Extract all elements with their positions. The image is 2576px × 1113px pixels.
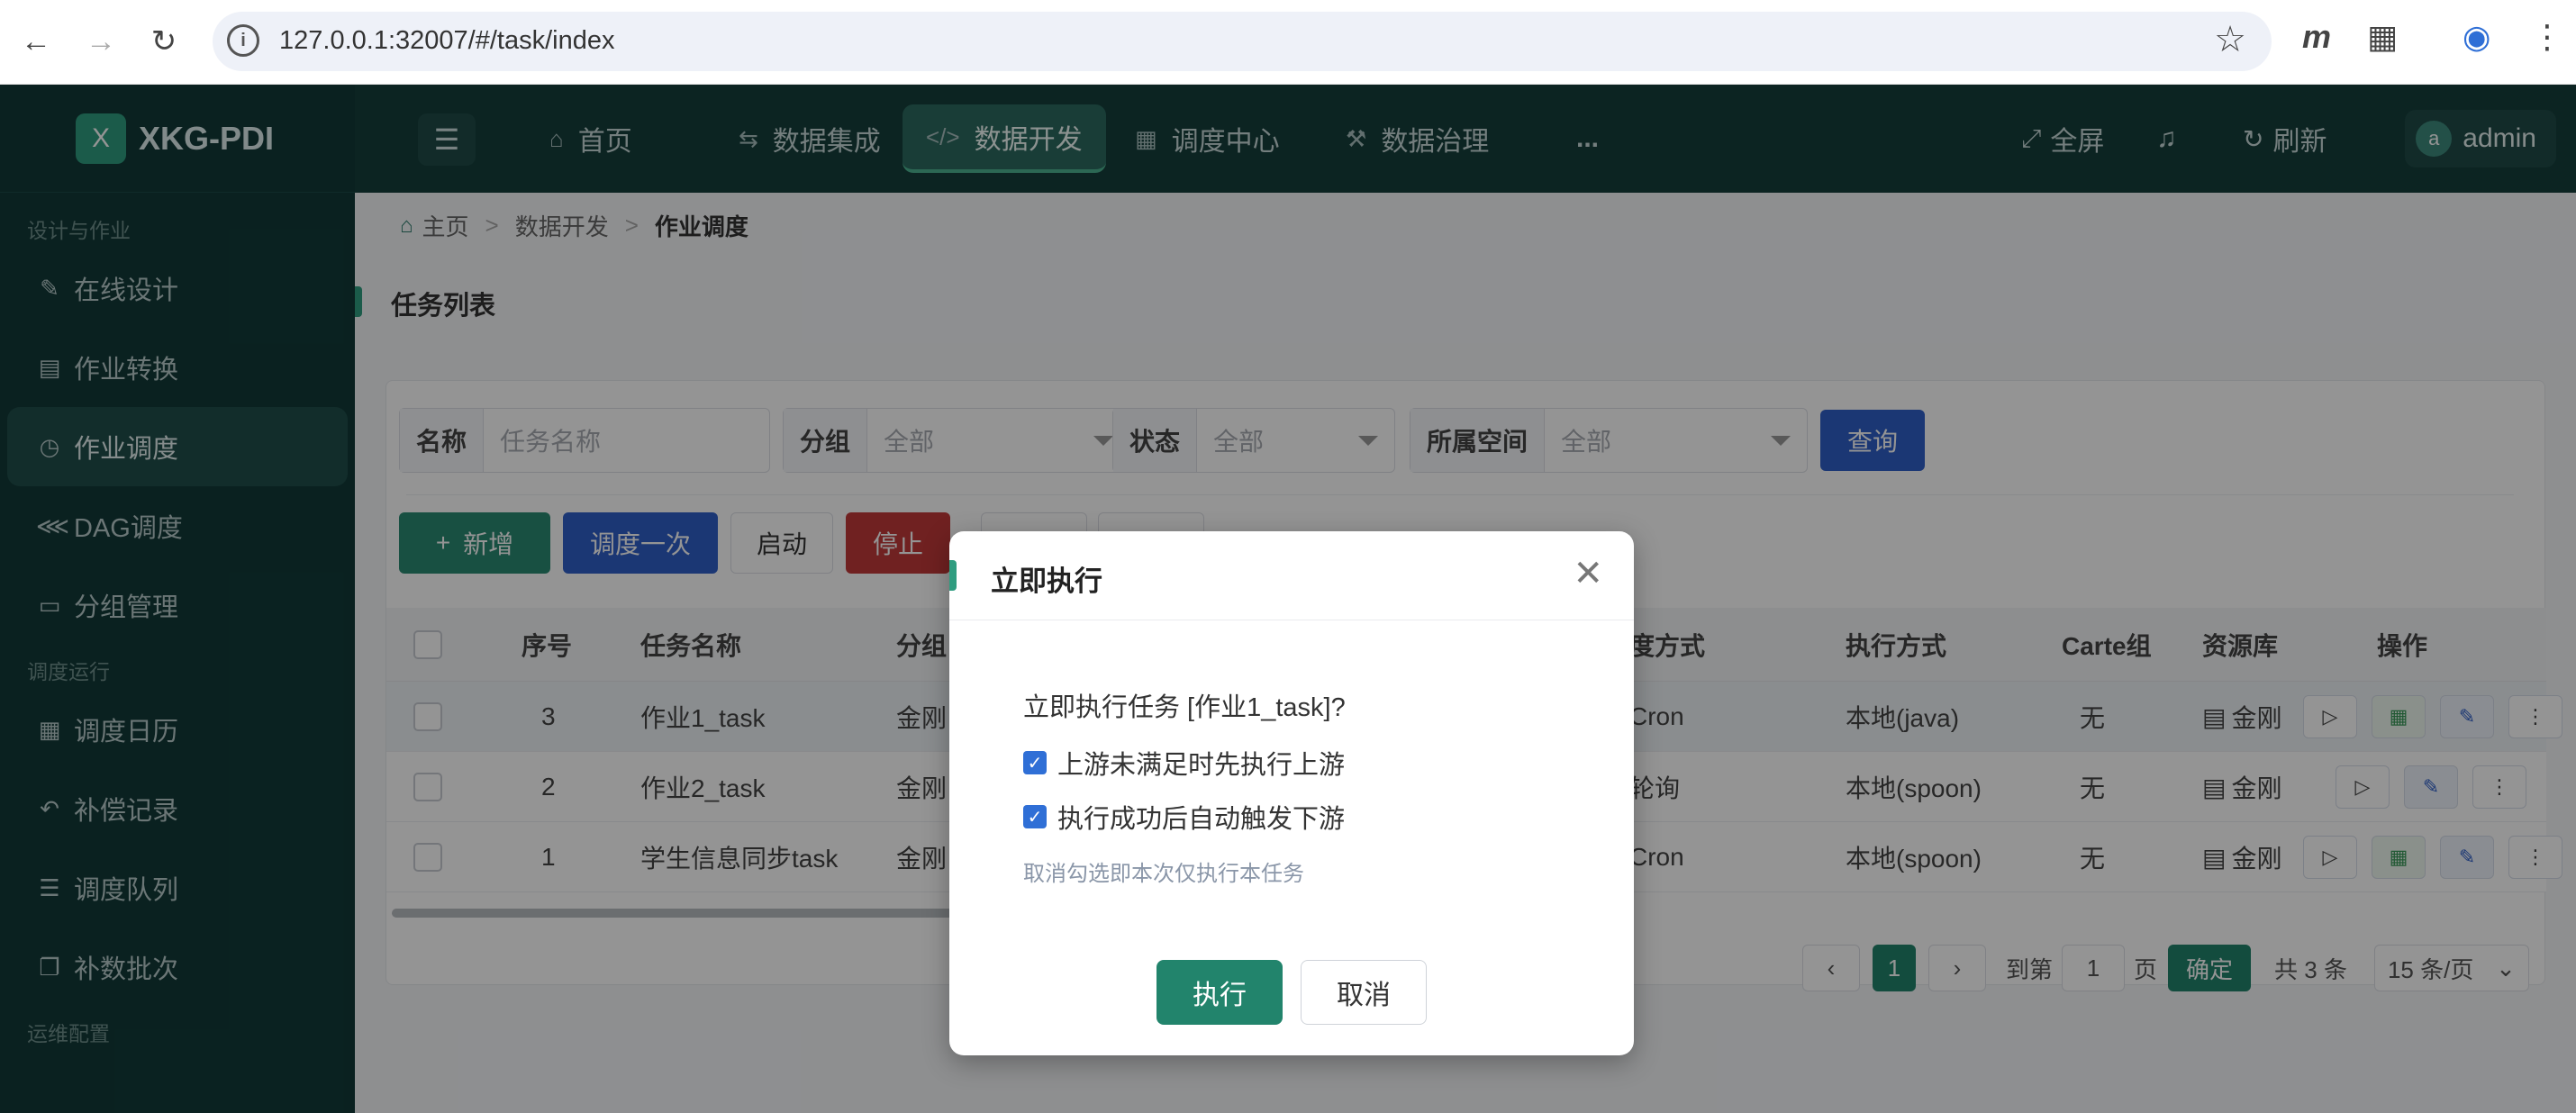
- site-info-icon[interactable]: i: [227, 24, 259, 57]
- dialog-hint: 取消勾选即本次仅执行本任务: [1023, 862, 1304, 886]
- url-text[interactable]: 127.0.0.1:32007/#/task/index: [279, 26, 614, 56]
- cancel-button[interactable]: 取消: [1301, 960, 1427, 1025]
- profile-icon[interactable]: ◉: [2463, 18, 2490, 56]
- dialog-message: 立即执行任务 [作业1_task]?: [1023, 693, 1346, 722]
- address-bar[interactable]: i 127.0.0.1:32007/#/task/index ☆: [213, 12, 2272, 71]
- checkbox-label: 上游未满足时先执行上游: [1057, 751, 1346, 780]
- execute-button[interactable]: 执行: [1156, 960, 1283, 1025]
- run-upstream-checkbox[interactable]: ✓ 上游未满足时先执行上游: [1023, 744, 1345, 782]
- run-now-dialog: 立即执行 ✕ 立即执行任务 [作业1_task]? ✓ 上游未满足时先执行上游 …: [949, 531, 1634, 1055]
- reload-icon[interactable]: ↻: [142, 20, 186, 63]
- bookmark-star-icon[interactable]: ☆: [2214, 19, 2246, 60]
- dialog-title: 立即执行: [991, 566, 1102, 597]
- close-icon[interactable]: ✕: [1573, 553, 1603, 594]
- checkbox-label: 执行成功后自动触发下游: [1057, 805, 1346, 834]
- trigger-downstream-checkbox[interactable]: ✓ 执行成功后自动触发下游: [1023, 798, 1345, 836]
- dialog-accent-bar: [949, 560, 957, 591]
- forward-icon[interactable]: →: [79, 20, 122, 63]
- check-icon: ✓: [1023, 805, 1047, 828]
- extension-m-icon[interactable]: m: [2302, 18, 2331, 56]
- extensions-puzzle-icon[interactable]: ▦: [2367, 18, 2398, 56]
- browser-menu-icon[interactable]: ⋮: [2531, 18, 2563, 56]
- check-icon: ✓: [1023, 751, 1047, 774]
- back-icon[interactable]: ←: [14, 20, 58, 63]
- browser-chrome: ← → ↻ i 127.0.0.1:32007/#/task/index ☆ m…: [0, 0, 2576, 85]
